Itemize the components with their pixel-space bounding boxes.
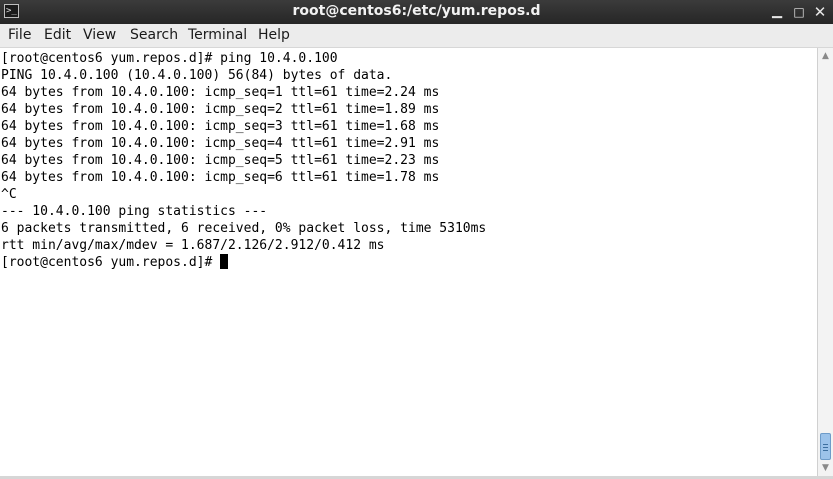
terminal-line: --- 10.4.0.100 ping statistics ---	[1, 204, 268, 219]
minimize-button[interactable]: ▁	[768, 3, 786, 21]
vertical-scrollbar[interactable]: ▲ ▼	[817, 48, 833, 476]
terminal-line: 64 bytes from 10.4.0.100: icmp_seq=6 ttl…	[1, 170, 440, 185]
terminal-line: 64 bytes from 10.4.0.100: icmp_seq=2 ttl…	[1, 102, 440, 117]
grip-line	[823, 450, 828, 451]
terminal-output[interactable]: [root@centos6 yum.repos.d]# ping 10.4.0.…	[0, 48, 817, 479]
window-title: root@centos6:/etc/yum.repos.d	[292, 3, 541, 19]
menu-help[interactable]: Help	[258, 24, 290, 47]
terminal-line: ^C	[1, 187, 17, 202]
terminal-line: 64 bytes from 10.4.0.100: icmp_seq=4 ttl…	[1, 136, 440, 151]
terminal-line: [root@centos6 yum.repos.d]# ping 10.4.0.…	[1, 51, 338, 66]
text-cursor	[220, 254, 229, 269]
terminal-line: 64 bytes from 10.4.0.100: icmp_seq=1 ttl…	[1, 85, 440, 100]
terminal-line: 6 packets transmitted, 6 received, 0% pa…	[1, 221, 487, 236]
scroll-down-arrow-icon[interactable]: ▼	[818, 461, 833, 476]
menu-file[interactable]: File	[8, 24, 31, 47]
title-bar[interactable]: >_ root@centos6:/etc/yum.repos.d ▁ □ ✕	[0, 0, 833, 24]
terminal-line: 64 bytes from 10.4.0.100: icmp_seq=5 ttl…	[1, 153, 440, 168]
grip-line	[823, 444, 828, 445]
menu-terminal[interactable]: Terminal	[188, 24, 247, 47]
scrollbar-thumb[interactable]	[820, 433, 831, 460]
menu-view[interactable]: View	[83, 24, 116, 47]
terminal-line: PING 10.4.0.100 (10.4.0.100) 56(84) byte…	[1, 68, 393, 83]
maximize-button[interactable]: □	[790, 3, 808, 21]
grip-line	[823, 447, 828, 448]
menu-edit[interactable]: Edit	[44, 24, 71, 47]
terminal-line: rtt min/avg/max/mdev = 1.687/2.126/2.912…	[1, 238, 385, 253]
shell-prompt: [root@centos6 yum.repos.d]#	[1, 255, 221, 270]
menu-bar: File Edit View Search Terminal Help	[0, 24, 833, 48]
menu-search[interactable]: Search	[130, 24, 178, 47]
terminal-prompt-line[interactable]: [root@centos6 yum.repos.d]#	[1, 254, 229, 271]
scroll-up-arrow-icon[interactable]: ▲	[818, 49, 833, 64]
terminal-line: 64 bytes from 10.4.0.100: icmp_seq=3 ttl…	[1, 119, 440, 134]
close-button[interactable]: ✕	[811, 3, 829, 21]
